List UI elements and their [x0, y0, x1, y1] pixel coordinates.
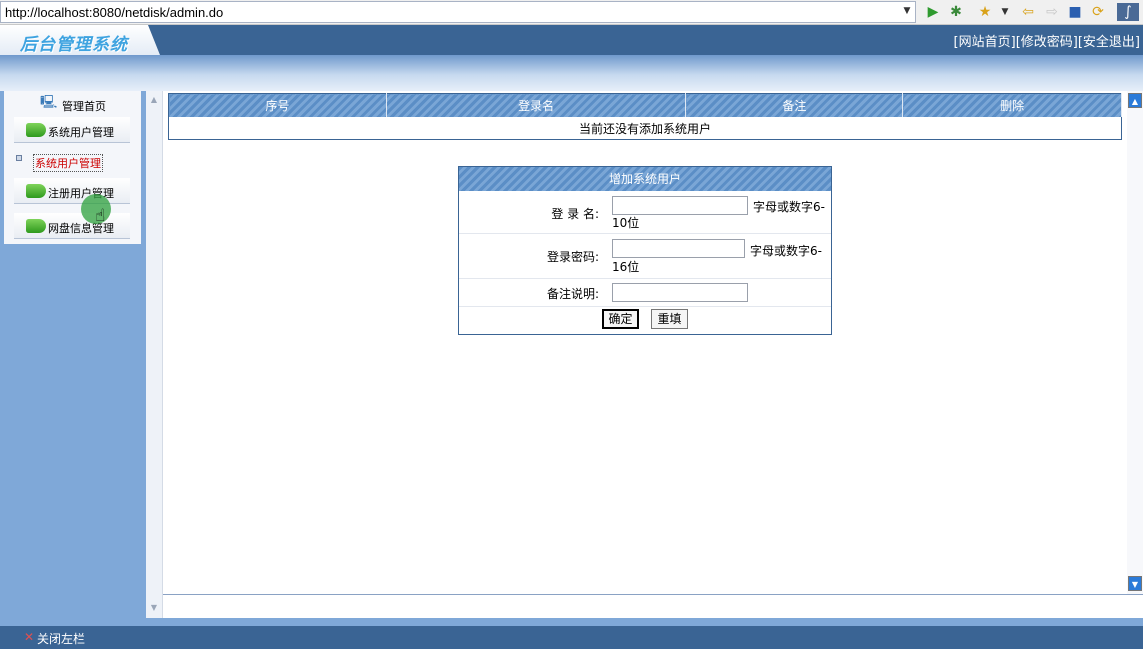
url-dropdown-icon[interactable]: ▼ [901, 6, 913, 18]
scroll-down-icon[interactable]: ▼ [147, 601, 161, 615]
close-icon[interactable]: ✕ [24, 630, 34, 644]
green-arrow-icon [26, 219, 46, 233]
column-header-login-name: 登录名 [386, 93, 687, 117]
column-header-delete: 删除 [902, 93, 1122, 117]
bullet-icon [16, 155, 22, 161]
submit-button[interactable]: 确定 [602, 309, 639, 329]
debug-icon[interactable]: ✱ [947, 3, 965, 21]
header-band [0, 55, 1143, 91]
reset-button[interactable]: 重填 [651, 309, 688, 329]
password-label: 登录密码: [546, 250, 599, 264]
password-hint-line1: 字母或数字6- [750, 244, 822, 258]
link-site-home[interactable]: [网站首页] [954, 35, 1016, 50]
empty-message: 当前还没有添加系统用户 [578, 121, 711, 136]
sidebar-item-netdisk-info[interactable]: 网盘信息管理 [14, 213, 130, 239]
sidebar-subitem-label: 系统用户管理 [33, 154, 103, 172]
sidebar-item-registered-users[interactable]: 注册用户管理 [14, 178, 130, 204]
login-name-hint-line1: 字母或数字6- [753, 200, 825, 214]
forward-icon[interactable]: ⇨ [1043, 3, 1061, 21]
run-icon[interactable]: ▶ [924, 3, 942, 21]
site-logo: 后台管理系统 [20, 35, 128, 55]
form-title: 增加系统用户 [459, 167, 831, 191]
column-header-index: 序号 [168, 93, 387, 117]
scroll-down-icon[interactable]: ▼ [1128, 576, 1142, 591]
refresh-icon[interactable]: ⟳ [1089, 3, 1107, 21]
sidebar-item-label: 系统用户管理 [48, 126, 114, 139]
system-users-table: 序号 登录名 备注 删除 当前还没有添加系统用户 [168, 93, 1122, 140]
password-input[interactable] [612, 239, 745, 258]
address-bar[interactable]: http://localhost:8080/netdisk/admin.do ▼ [0, 1, 916, 23]
remark-label: 备注说明: [546, 287, 599, 301]
divider [163, 594, 1143, 595]
favorite-dropdown-icon[interactable]: ▼ [996, 3, 1014, 21]
login-name-hint-line2: 10位 [612, 216, 640, 230]
login-name-input[interactable] [612, 196, 748, 215]
left-frame-scrollbar[interactable]: ▲ ▼ [146, 91, 163, 618]
green-arrow-icon [26, 184, 46, 198]
scroll-up-icon[interactable]: ▲ [1128, 93, 1142, 108]
eclipse-icon[interactable]: ∫ [1117, 3, 1139, 21]
sidebar-home[interactable]: 🖳 管理首页 [40, 93, 120, 113]
footer: ✕ 关闭左栏 [0, 626, 1143, 649]
back-icon[interactable]: ⇦ [1019, 3, 1037, 21]
header: 后台管理系统 [网站首页][修改密码][安全退出] [0, 25, 1143, 55]
form-row-remark: 备注说明: [459, 279, 831, 307]
form-row-password: 登录密码: 字母或数字6- 16位 [459, 234, 831, 279]
favorite-icon[interactable]: ★ [976, 3, 994, 21]
link-change-password[interactable]: [修改密码] [1016, 35, 1078, 50]
header-links: [网站首页][修改密码][安全退出] [954, 31, 1140, 50]
url-text: http://localhost:8080/netdisk/admin.do [5, 5, 224, 20]
close-sidebar-link[interactable]: 关闭左栏 [37, 630, 85, 647]
logo-tab: 后台管理系统 [0, 25, 160, 55]
sidebar-subitem-system-users[interactable]: 系统用户管理 [16, 154, 126, 172]
table-row: 当前还没有添加系统用户 [169, 117, 1122, 140]
footer-spacer [0, 618, 1143, 626]
green-arrow-icon [26, 123, 46, 137]
table-header-row: 序号 登录名 备注 删除 [168, 93, 1122, 117]
content-scrollbar[interactable]: ▲ ▼ [1127, 91, 1143, 594]
sidebar-item-system-users[interactable]: 系统用户管理 [14, 117, 130, 143]
sidebar-home-label: 管理首页 [62, 100, 106, 113]
remark-input[interactable] [612, 283, 748, 302]
link-logout[interactable]: [安全退出] [1078, 35, 1140, 50]
browser-toolbar: http://localhost:8080/netdisk/admin.do ▼… [0, 0, 1143, 25]
column-header-remark: 备注 [685, 93, 904, 117]
password-hint-line2: 16位 [612, 260, 640, 274]
hand-cursor-icon: ☝ [95, 206, 106, 226]
computer-icon: 🖳 [40, 95, 58, 110]
scroll-up-icon[interactable]: ▲ [147, 93, 161, 107]
form-row-login-name: 登 录 名: 字母或数字6- 10位 [459, 191, 831, 234]
add-system-user-form: 增加系统用户 登 录 名: 字母或数字6- 10位 登录密码: 字母或数字6- … [458, 166, 832, 335]
stop-icon[interactable]: ■ [1066, 3, 1084, 21]
login-name-label: 登 录 名: [551, 207, 599, 221]
